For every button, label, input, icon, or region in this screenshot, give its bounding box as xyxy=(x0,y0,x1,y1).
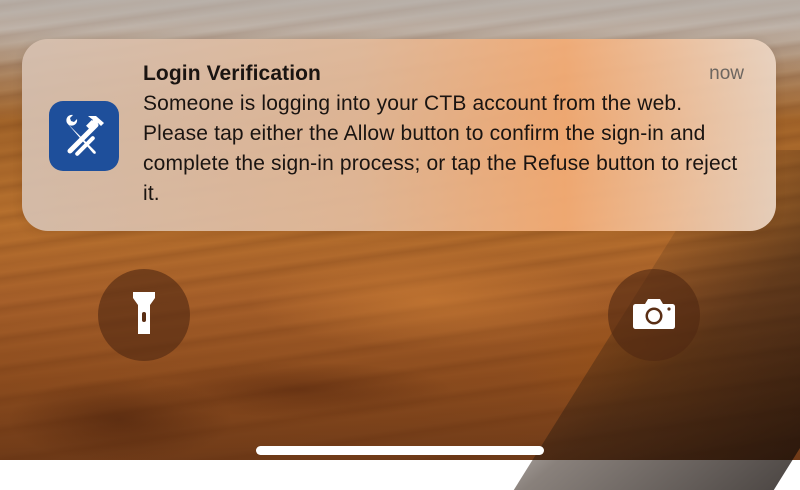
camera-button[interactable] xyxy=(608,269,700,361)
camera-icon xyxy=(632,296,676,335)
tools-wrench-hammer-icon xyxy=(49,101,119,171)
notification-body: Someone is logging into your CTB account… xyxy=(143,92,738,205)
notification-title: Login Verification xyxy=(143,62,321,85)
notification-banner[interactable]: Login Verification now Someone is loggin… xyxy=(22,39,776,231)
home-indicator[interactable] xyxy=(256,446,544,455)
flashlight-button[interactable] xyxy=(98,269,190,361)
flashlight-icon xyxy=(129,290,159,341)
notification-time: now xyxy=(709,63,744,84)
